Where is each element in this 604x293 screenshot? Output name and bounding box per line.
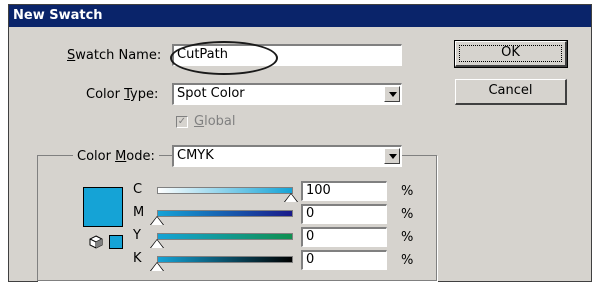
swatch-name-label: Swatch Name: [67,48,162,63]
highlight-ellipse-annotation [170,41,278,75]
channel-value-c[interactable]: 100 [301,181,387,201]
color-preview-swatch [83,187,123,227]
channel-slider-m[interactable] [157,210,293,217]
color-type-select[interactable]: Spot Color [172,83,402,105]
color-type-label: Color Type: [86,87,159,102]
channel-value-m[interactable]: 0 [301,204,387,224]
percent-unit: % [401,207,414,222]
global-label: Global [194,114,236,129]
color-mode-value: CMYK [177,148,214,163]
chevron-down-icon[interactable] [384,86,400,102]
global-checkbox[interactable]: ✓ [176,116,188,128]
percent-unit: % [401,230,414,245]
slider-thumb-y[interactable] [151,240,163,248]
ok-button[interactable]: OK [454,40,568,68]
percent-unit: % [401,253,414,268]
channel-letter-m: M [133,205,145,220]
cancel-button[interactable]: Cancel [455,79,567,105]
channel-slider-k[interactable] [157,256,293,263]
spot-swatch-small [109,235,123,249]
slider-thumb-m[interactable] [151,217,163,225]
slider-thumb-c[interactable] [285,194,297,202]
chevron-down-icon[interactable] [384,148,400,164]
slider-thumb-k[interactable] [151,263,163,271]
cube-icon [89,235,103,249]
channel-letter-k: K [133,251,142,266]
channel-value-y[interactable]: 0 [301,227,387,247]
channel-slider-y[interactable] [157,233,293,240]
channel-value-k[interactable]: 0 [301,250,387,270]
channel-letter-y: Y [133,228,141,243]
new-swatch-dialog: New Swatch Swatch Name: CutPath Color Ty… [8,4,592,282]
channel-letter-c: C [133,182,143,197]
percent-unit: % [401,184,414,199]
window-title: New Swatch [9,5,591,27]
color-mode-label: Color Mode: [73,149,159,164]
color-type-value: Spot Color [177,86,245,101]
channel-slider-c[interactable] [157,187,293,194]
color-mode-select[interactable]: CMYK [172,145,402,167]
